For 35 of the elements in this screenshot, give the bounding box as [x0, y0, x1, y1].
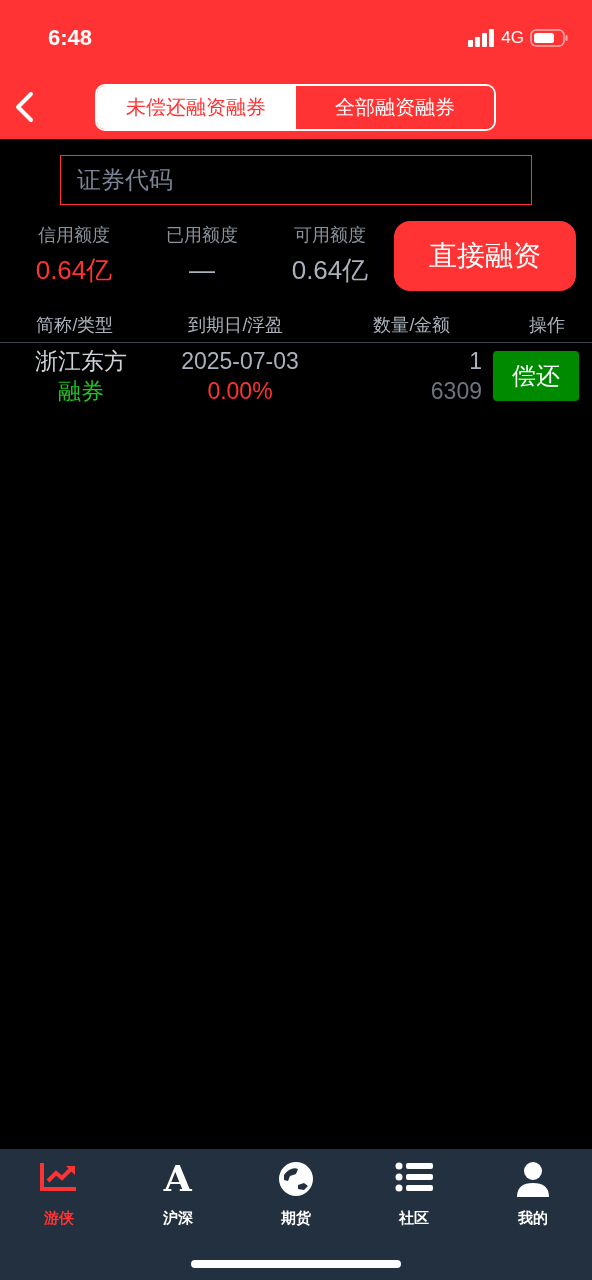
due-date: 2025-07-03: [181, 347, 299, 376]
stat-value: —: [189, 254, 215, 287]
person-icon: [515, 1161, 550, 1199]
nav-tab[interactable]: 期货: [236, 1161, 356, 1229]
list-icon: [395, 1161, 434, 1193]
stat-label: 可用额度: [294, 224, 366, 247]
stat-label: 已用额度: [166, 224, 238, 247]
globe-icon: [278, 1161, 314, 1197]
status-time: 6:48: [48, 24, 93, 52]
search-field[interactable]: 证券代码: [60, 155, 532, 205]
signal-icon: [468, 28, 496, 47]
column-header: 简称/类型: [35, 314, 115, 337]
segment-tab[interactable]: 未偿还融资融券: [97, 85, 296, 129]
repay-button[interactable]: 偿还: [493, 351, 579, 401]
chart-icon: [40, 1161, 79, 1191]
stat-label: 信用额度: [38, 224, 110, 247]
nav-tab[interactable]: 游侠: [0, 1161, 119, 1229]
battery-icon: [530, 28, 568, 47]
back-icon[interactable]: [14, 91, 34, 123]
stock-type: 融券: [58, 377, 104, 406]
column-header: 数量/金额: [372, 314, 452, 337]
letter-icon: A: [163, 1161, 192, 1195]
column-header: 操作: [528, 314, 566, 337]
stat-value: 0.64亿: [291, 254, 369, 287]
nav-tab[interactable]: A 沪深: [118, 1161, 237, 1229]
quantity: 1: [469, 347, 482, 376]
column-header: 到期日/浮盈: [187, 314, 285, 337]
stock-name: 浙江东方: [35, 347, 127, 376]
nav-tab[interactable]: 我的: [473, 1161, 592, 1229]
network-label: 4G: [501, 26, 524, 49]
floating-profit: 0.00%: [207, 377, 273, 406]
direct-financing-button[interactable]: 直接融资: [394, 221, 576, 291]
stat-value: 0.64亿: [35, 254, 113, 287]
amount: 6309: [430, 377, 482, 406]
nav-tab[interactable]: 社区: [355, 1161, 474, 1229]
